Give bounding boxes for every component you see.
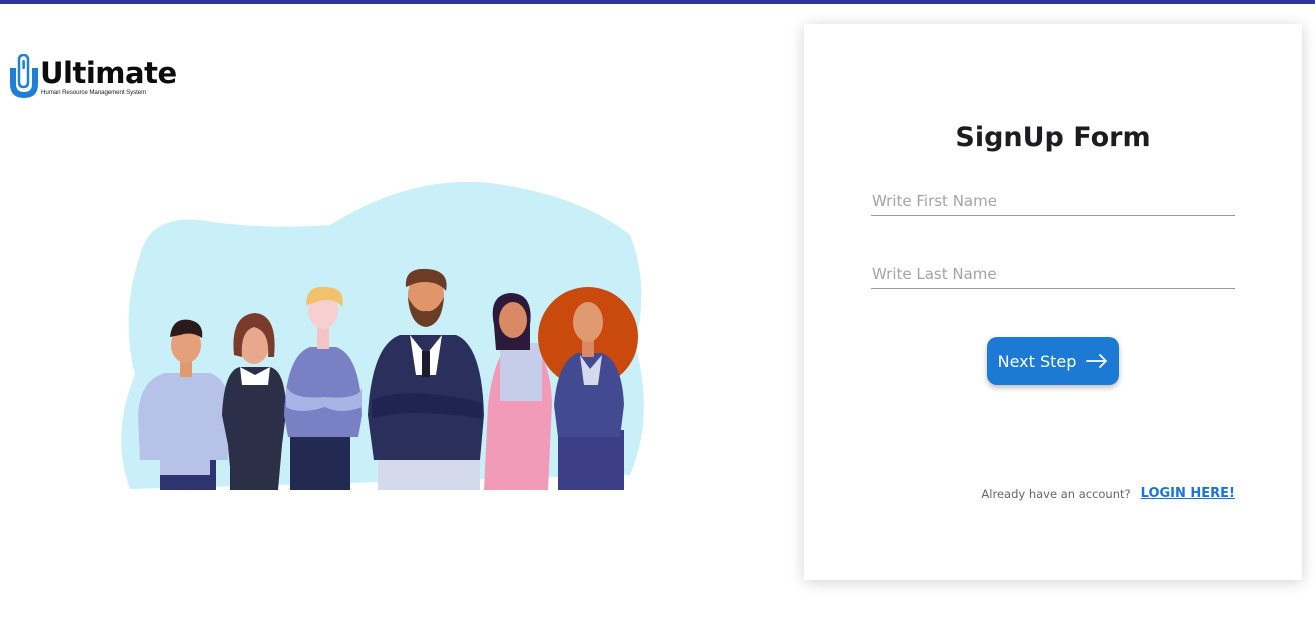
next-step-label: Next Step bbox=[997, 351, 1077, 371]
next-step-button[interactable]: Next Step bbox=[987, 337, 1119, 385]
brand-tagline: Human Resource Management System bbox=[41, 89, 147, 96]
arrow-right-icon bbox=[1086, 354, 1108, 368]
signup-card: SignUp Form Next Step Already have an ac… bbox=[804, 24, 1302, 580]
brand-name: Ultimate bbox=[40, 56, 177, 90]
logo-mark-icon bbox=[10, 54, 38, 98]
brand-logo: Ultimate Human Resource Management Syste… bbox=[8, 54, 178, 102]
login-prompt-row: Already have an account? LOGIN HERE! bbox=[981, 486, 1235, 501]
last-name-input[interactable] bbox=[871, 261, 1235, 289]
login-link[interactable]: LOGIN HERE! bbox=[1141, 486, 1235, 501]
top-accent-bar bbox=[0, 0, 1315, 4]
first-name-input[interactable] bbox=[871, 188, 1235, 216]
login-prompt-text: Already have an account? bbox=[981, 486, 1131, 501]
team-people-illustration bbox=[121, 181, 644, 490]
form-title: SignUp Form bbox=[955, 122, 1151, 153]
